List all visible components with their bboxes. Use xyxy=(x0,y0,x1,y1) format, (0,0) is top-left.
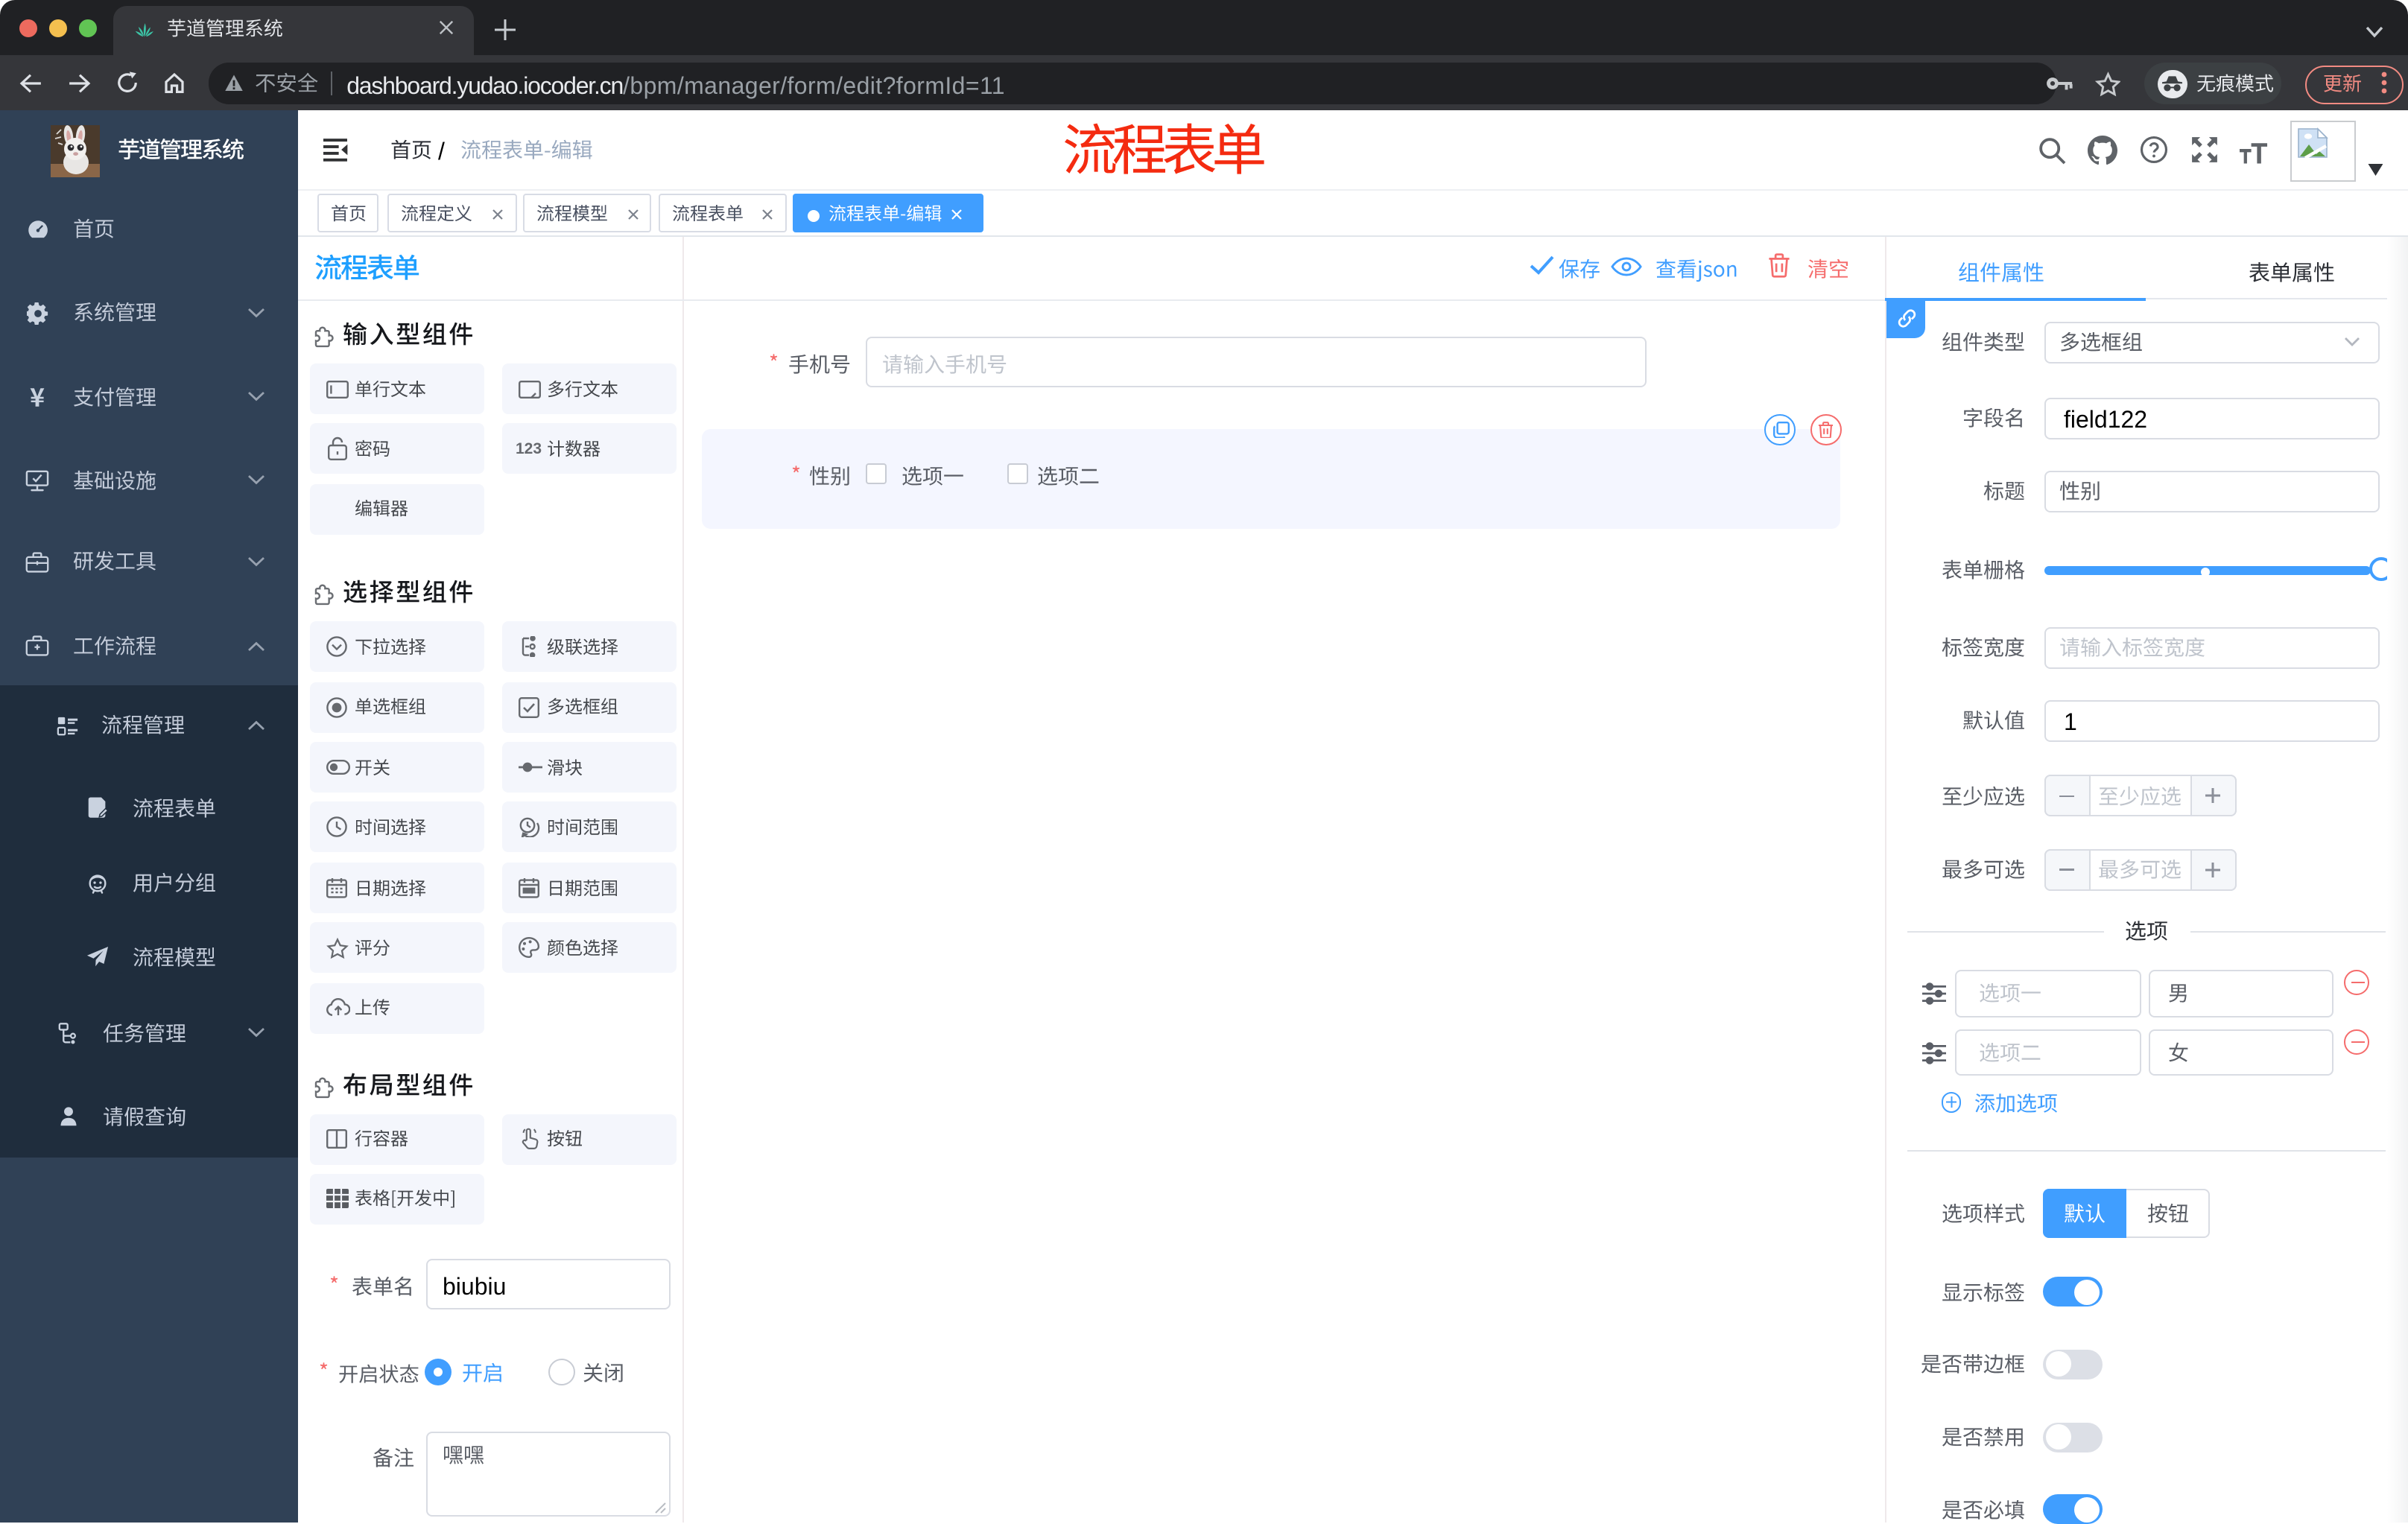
svg-text:123: 123 xyxy=(516,440,542,457)
